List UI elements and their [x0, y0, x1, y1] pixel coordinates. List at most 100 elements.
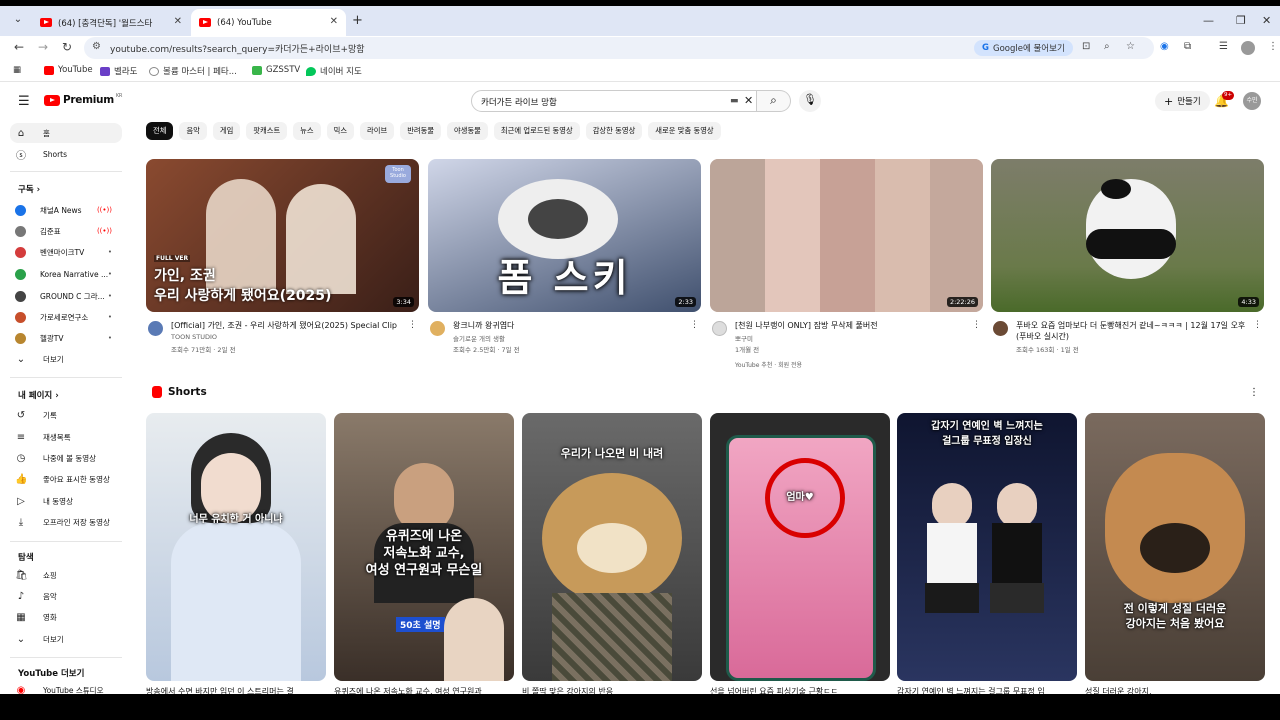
extensions-puzzle-icon[interactable]: ⧉: [1184, 41, 1191, 52]
apps-grid-icon[interactable]: ▦: [13, 65, 21, 75]
bookmark-naver-map[interactable]: 네이버 지도: [306, 65, 362, 77]
more-options-icon[interactable]: ⋮: [408, 320, 417, 330]
install-icon[interactable]: ⊡: [1082, 41, 1090, 52]
short-card[interactable]: 엄마♥: [710, 413, 890, 681]
sidebar-sub-item[interactable]: 가로세로연구소 •: [10, 307, 122, 327]
sidebar-sub-item[interactable]: 김준표 ((•)): [10, 221, 122, 241]
channel-name[interactable]: 슬기로운 개의 생활: [453, 333, 505, 343]
more-options-icon[interactable]: ⋮: [972, 320, 981, 330]
video-title[interactable]: 왕크니까 왕귀엽다: [453, 320, 693, 331]
restore-icon[interactable]: ❐: [1236, 14, 1246, 27]
bookmark-volume-master[interactable]: 볼륨 마스터 | 페타...: [149, 65, 237, 77]
account-avatar[interactable]: 수민: [1243, 92, 1261, 110]
channel-avatar[interactable]: [712, 321, 727, 336]
bookmark-gzsstv[interactable]: GZSSTV: [252, 65, 300, 75]
sidebar-item-watch-later[interactable]: ◷ 나중에 볼 동영상: [10, 448, 122, 468]
more-options-icon[interactable]: ⋮: [1249, 387, 1259, 398]
sidebar-item-home[interactable]: ⌂ 홈: [10, 123, 122, 143]
sidebar-sub-item[interactable]: 헬광TV •: [10, 328, 122, 348]
profile-icon[interactable]: [1241, 41, 1255, 55]
youtube-premium-logo[interactable]: Premium KR: [44, 93, 122, 106]
url-text[interactable]: youtube.com/results?search_query=카더가든+라이…: [110, 42, 365, 55]
clear-search-icon[interactable]: ✕: [744, 94, 753, 107]
new-tab-button[interactable]: +: [352, 13, 363, 28]
video-title[interactable]: 푸바오 요즘 엄마보다 더 둔빵해진거 같네~ㅋㅋㅋ | 12월 17일 오후 …: [1016, 320, 1256, 342]
close-window-icon[interactable]: ✕: [1262, 14, 1271, 27]
video-card[interactable]: 폼 스키 2:33 왕크니까 왕귀엽다 ⋮ 슬기로운 개의 생활 조회수 2.5…: [428, 159, 701, 372]
short-card[interactable]: 너무 유치한 거 아니냐: [146, 413, 326, 681]
back-icon[interactable]: ←: [14, 40, 24, 54]
sidebar-item-downloads[interactable]: ⤓ 오프라인 저장 동영상: [10, 512, 122, 532]
more-options-icon[interactable]: ⋮: [690, 320, 699, 330]
chip-news[interactable]: 뉴스: [293, 122, 321, 140]
chip-watched[interactable]: 감상한 동영상: [585, 122, 643, 140]
omnibox[interactable]: ⚙ youtube.com/results?search_query=카더가든+…: [84, 37, 1154, 59]
chip-music[interactable]: 음악: [179, 122, 207, 140]
keyboard-icon[interactable]: ▬: [730, 96, 739, 106]
sidebar-sub-item[interactable]: 벤앤마이크TV •: [10, 242, 122, 262]
channel-avatar[interactable]: [430, 321, 445, 336]
chip-wildlife[interactable]: 야생동물: [447, 122, 488, 140]
bookmark-bellado[interactable]: 벨라도: [100, 65, 137, 77]
sidebar-sub-item[interactable]: Korea Narrative ... •: [10, 264, 122, 284]
browser-tab-1[interactable]: (64) [충격단독] '월드스타 ✕: [32, 9, 190, 36]
chip-all[interactable]: 전체: [146, 122, 174, 140]
chip-recently-uploaded[interactable]: 최근에 업로드된 동영상: [493, 122, 580, 140]
sidebar-show-more[interactable]: ⌄ 더보기: [10, 349, 122, 369]
short-card[interactable]: 우리가 나오면 비 내려: [522, 413, 702, 681]
chip-games[interactable]: 게임: [212, 122, 241, 140]
video-thumbnail[interactable]: Toon Studio FULL VER 가인, 조권 우리 사랑하게 됐어요(…: [146, 159, 419, 312]
more-options-icon[interactable]: ⋮: [1253, 320, 1262, 330]
menu-dots-icon[interactable]: ⋮: [1268, 41, 1278, 52]
channel-avatar[interactable]: [148, 321, 163, 336]
channel-name[interactable]: 뽀구미: [735, 333, 753, 343]
extension-icon[interactable]: ◉: [1160, 41, 1169, 52]
chip-live[interactable]: 라이브: [360, 122, 395, 140]
reading-list-icon[interactable]: ☰: [1219, 41, 1228, 52]
forward-icon[interactable]: →: [38, 40, 48, 54]
sidebar-sub-item[interactable]: 채널A News ((•)): [10, 200, 122, 220]
video-thumbnail[interactable]: 4:33: [991, 159, 1264, 312]
sidebar-item-history[interactable]: ↺ 기록: [10, 405, 122, 425]
chip-pets[interactable]: 반려동물: [400, 122, 442, 140]
google-ask-button[interactable]: G Google에 물어보기: [974, 40, 1073, 56]
video-thumbnail[interactable]: 폼 스키 2:33: [428, 159, 701, 312]
video-thumbnail[interactable]: 2:22:26: [710, 159, 983, 312]
bookmark-star-icon[interactable]: ☆: [1126, 41, 1135, 52]
zoom-icon[interactable]: ⌕: [1104, 41, 1110, 52]
close-tab-icon[interactable]: ✕: [174, 16, 182, 27]
sidebar-sub-item[interactable]: GROUND C 그라... •: [10, 286, 122, 306]
minimize-icon[interactable]: —: [1203, 14, 1214, 27]
video-title[interactable]: [Official] 가인, 조권 - 우리 사랑하게 됐어요(2025) Sp…: [171, 320, 411, 331]
video-card[interactable]: 2:22:26 [천원 나부랭이 ONLY] 잠방 무삭제 풀버전 ⋮ 뽀구미 …: [710, 159, 983, 372]
channel-avatar[interactable]: [993, 321, 1008, 336]
chip-new-for-you[interactable]: 새로운 맞춤 동영상: [648, 122, 721, 140]
chip-mix[interactable]: 믹스: [326, 122, 355, 140]
bookmark-youtube[interactable]: YouTube: [44, 65, 93, 75]
video-card[interactable]: Toon Studio FULL VER 가인, 조권 우리 사랑하게 됐어요(…: [146, 159, 419, 372]
voice-search-button[interactable]: 🎙: [799, 90, 821, 112]
sidebar-item-liked[interactable]: 👍 좋아요 표시한 동영상: [10, 469, 122, 489]
short-card[interactable]: 갑자기 연예인 벽 느껴지는 걸그룹 무표정 입장신: [897, 413, 1077, 681]
sidebar-item-shorts[interactable]: ⓢ Shorts: [10, 144, 122, 164]
short-card[interactable]: 전 이렇게 성질 더러운 강아지는 처음 봤어요: [1085, 413, 1265, 681]
channel-name[interactable]: TOON STUDIO: [171, 333, 217, 341]
reload-icon[interactable]: ↻: [62, 40, 72, 54]
video-card[interactable]: 4:33 푸바오 요즘 엄마보다 더 둔빵해진거 같네~ㅋㅋㅋ | 12월 17…: [991, 159, 1264, 372]
sidebar-item-shopping[interactable]: 🛍 쇼핑: [10, 565, 122, 585]
search-button[interactable]: ⌕: [757, 90, 791, 112]
menu-icon[interactable]: ☰: [18, 94, 30, 109]
search-query[interactable]: 카더가든 라이브 망함: [481, 96, 557, 108]
close-tab-icon[interactable]: ✕: [330, 16, 338, 27]
sidebar-item-my-videos[interactable]: ▷ 내 동영상: [10, 491, 122, 511]
site-info-icon[interactable]: ⚙: [92, 41, 101, 52]
sidebar-item-playlists[interactable]: ≡ 재생목록: [10, 427, 122, 447]
create-button[interactable]: + 만들기: [1155, 91, 1210, 111]
subscriptions-heading[interactable]: 구독 ›: [18, 183, 40, 195]
short-card[interactable]: 유퀴즈에 나온 저속노화 교수, 여성 연구원과 무슨일 50초 설명: [334, 413, 514, 681]
sidebar-item-music[interactable]: ♪ 음악: [10, 586, 122, 606]
my-page-heading[interactable]: 내 페이지 ›: [18, 389, 59, 401]
tab-search-icon[interactable]: ⌄: [10, 14, 26, 28]
search-input[interactable]: 카더가든 라이브 망함 ▬ ✕: [471, 90, 757, 112]
video-title[interactable]: [천원 나부랭이 ONLY] 잠방 무삭제 풀버전: [735, 320, 975, 331]
